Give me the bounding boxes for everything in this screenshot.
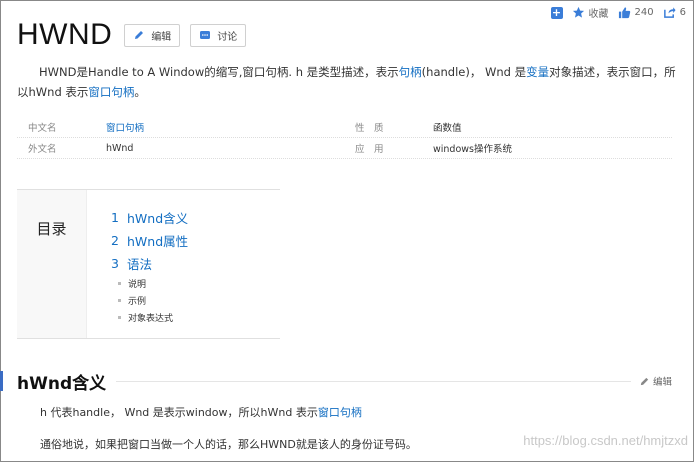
info-row: 外文名 hWnd 应 用 windows操作系统 — [17, 138, 672, 159]
info-value: hWnd — [106, 142, 134, 154]
toc-subitem[interactable]: 说明 — [111, 275, 188, 292]
favorite-button[interactable]: 收藏 — [572, 5, 609, 20]
info-value-link[interactable]: 窗口句柄 — [106, 120, 355, 134]
paragraph-text: h 代表handle， Wnd 是表示window，所以hWnd 表示 — [40, 406, 318, 419]
page-title: HWND — [17, 18, 113, 51]
edit-label: 编辑 — [151, 31, 172, 43]
toc-subitem-label: 示例 — [128, 297, 147, 307]
toc-item-number: 1 — [111, 210, 119, 225]
toc-subitem-label: 对象表达式 — [128, 314, 174, 324]
table-of-contents: 目录 1 hWnd含义 2 hWnd属性 3 语法 说明 示例 对象表达式 — [17, 189, 280, 339]
info-value: 函数值 — [433, 123, 462, 134]
section-header: hWnd含义 编辑 — [0, 369, 694, 394]
toc-subitem-label: 说明 — [128, 280, 147, 290]
toc-list: 1 hWnd含义 2 hWnd属性 3 语法 说明 示例 对象表达式 — [87, 190, 188, 338]
favorite-label: 收藏 — [588, 9, 609, 20]
pencil-icon — [135, 31, 144, 39]
action-bar: + 收藏 240 6 — [542, 5, 686, 20]
info-key: 外文名 — [28, 144, 57, 155]
summary-text: 。 — [134, 85, 146, 99]
pencil-icon — [640, 377, 649, 385]
share-icon — [663, 7, 676, 18]
toc-item[interactable]: 2 hWnd属性 — [111, 229, 188, 252]
like-button[interactable]: 240 — [618, 6, 654, 19]
section-paragraph: h 代表handle， Wnd 是表示window，所以hWnd 表示窗口句柄 — [40, 404, 362, 420]
toc-item-number: 2 — [111, 233, 119, 248]
info-key: 性 质 — [355, 123, 384, 134]
info-key: 中文名 — [28, 123, 57, 134]
basic-info-table: 中文名 窗口句柄 性 质 函数值 外文名 hWnd 应 用 windows操作系… — [17, 117, 672, 159]
star-icon — [572, 6, 584, 18]
toc-header: 目录 — [17, 190, 87, 338]
add-button[interactable]: + — [550, 5, 563, 19]
toc-subitem[interactable]: 示例 — [111, 292, 188, 309]
section-paragraph: 通俗地说，如果把窗口当做一个人的话，那么HWND就是该人的身份证号码。 — [40, 438, 417, 451]
summary-text: HWND是Handle to A Window的缩写,窗口句柄. h 是类型描述… — [39, 65, 399, 79]
section-accent-bar — [0, 371, 3, 391]
link-variable[interactable]: 变量 — [526, 65, 549, 79]
discuss-button[interactable]: 讨论 — [190, 23, 247, 47]
title-row: HWND 编辑 讨论 — [17, 18, 247, 52]
bullet-icon — [118, 282, 121, 285]
section-edit-button[interactable]: 编辑 — [639, 374, 672, 388]
watermark: https://blog.csdn.net/hmjtzxd — [523, 433, 688, 448]
summary-text: (handle)， Wnd 是 — [421, 65, 527, 79]
info-row: 中文名 窗口句柄 性 质 函数值 — [17, 117, 672, 138]
link-window-handle[interactable]: 窗口句柄 — [318, 406, 362, 419]
toc-item-label: 语法 — [127, 257, 153, 272]
section-divider — [116, 380, 631, 382]
edit-button[interactable]: 编辑 — [124, 23, 181, 47]
discuss-label: 讨论 — [217, 31, 238, 43]
link-window-handle[interactable]: 窗口句柄 — [88, 85, 134, 99]
chat-icon — [200, 31, 211, 39]
thumbs-up-icon — [618, 7, 630, 19]
bullet-icon — [118, 299, 121, 302]
section-title: hWnd含义 — [17, 373, 107, 394]
like-count: 240 — [634, 7, 654, 18]
toc-item[interactable]: 1 hWnd含义 — [111, 206, 188, 229]
toc-item-number: 3 — [111, 256, 119, 271]
summary-paragraph: HWND是Handle to A Window的缩写,窗口句柄. h 是类型描述… — [17, 62, 677, 102]
plus-icon: + — [550, 5, 563, 19]
share-count: 6 — [679, 7, 686, 18]
link-handle[interactable]: 句柄 — [399, 65, 422, 79]
section-edit-label: 编辑 — [652, 377, 672, 388]
toc-title: 目录 — [36, 220, 67, 238]
share-button[interactable]: 6 — [663, 6, 686, 19]
info-value: windows操作系统 — [433, 144, 512, 155]
toc-item[interactable]: 3 语法 — [111, 252, 188, 275]
toc-item-label: hWnd含义 — [127, 211, 189, 226]
toc-subitem[interactable]: 对象表达式 — [111, 309, 188, 326]
info-key: 应 用 — [355, 144, 384, 155]
bullet-icon — [118, 316, 121, 319]
toc-item-label: hWnd属性 — [127, 234, 189, 249]
